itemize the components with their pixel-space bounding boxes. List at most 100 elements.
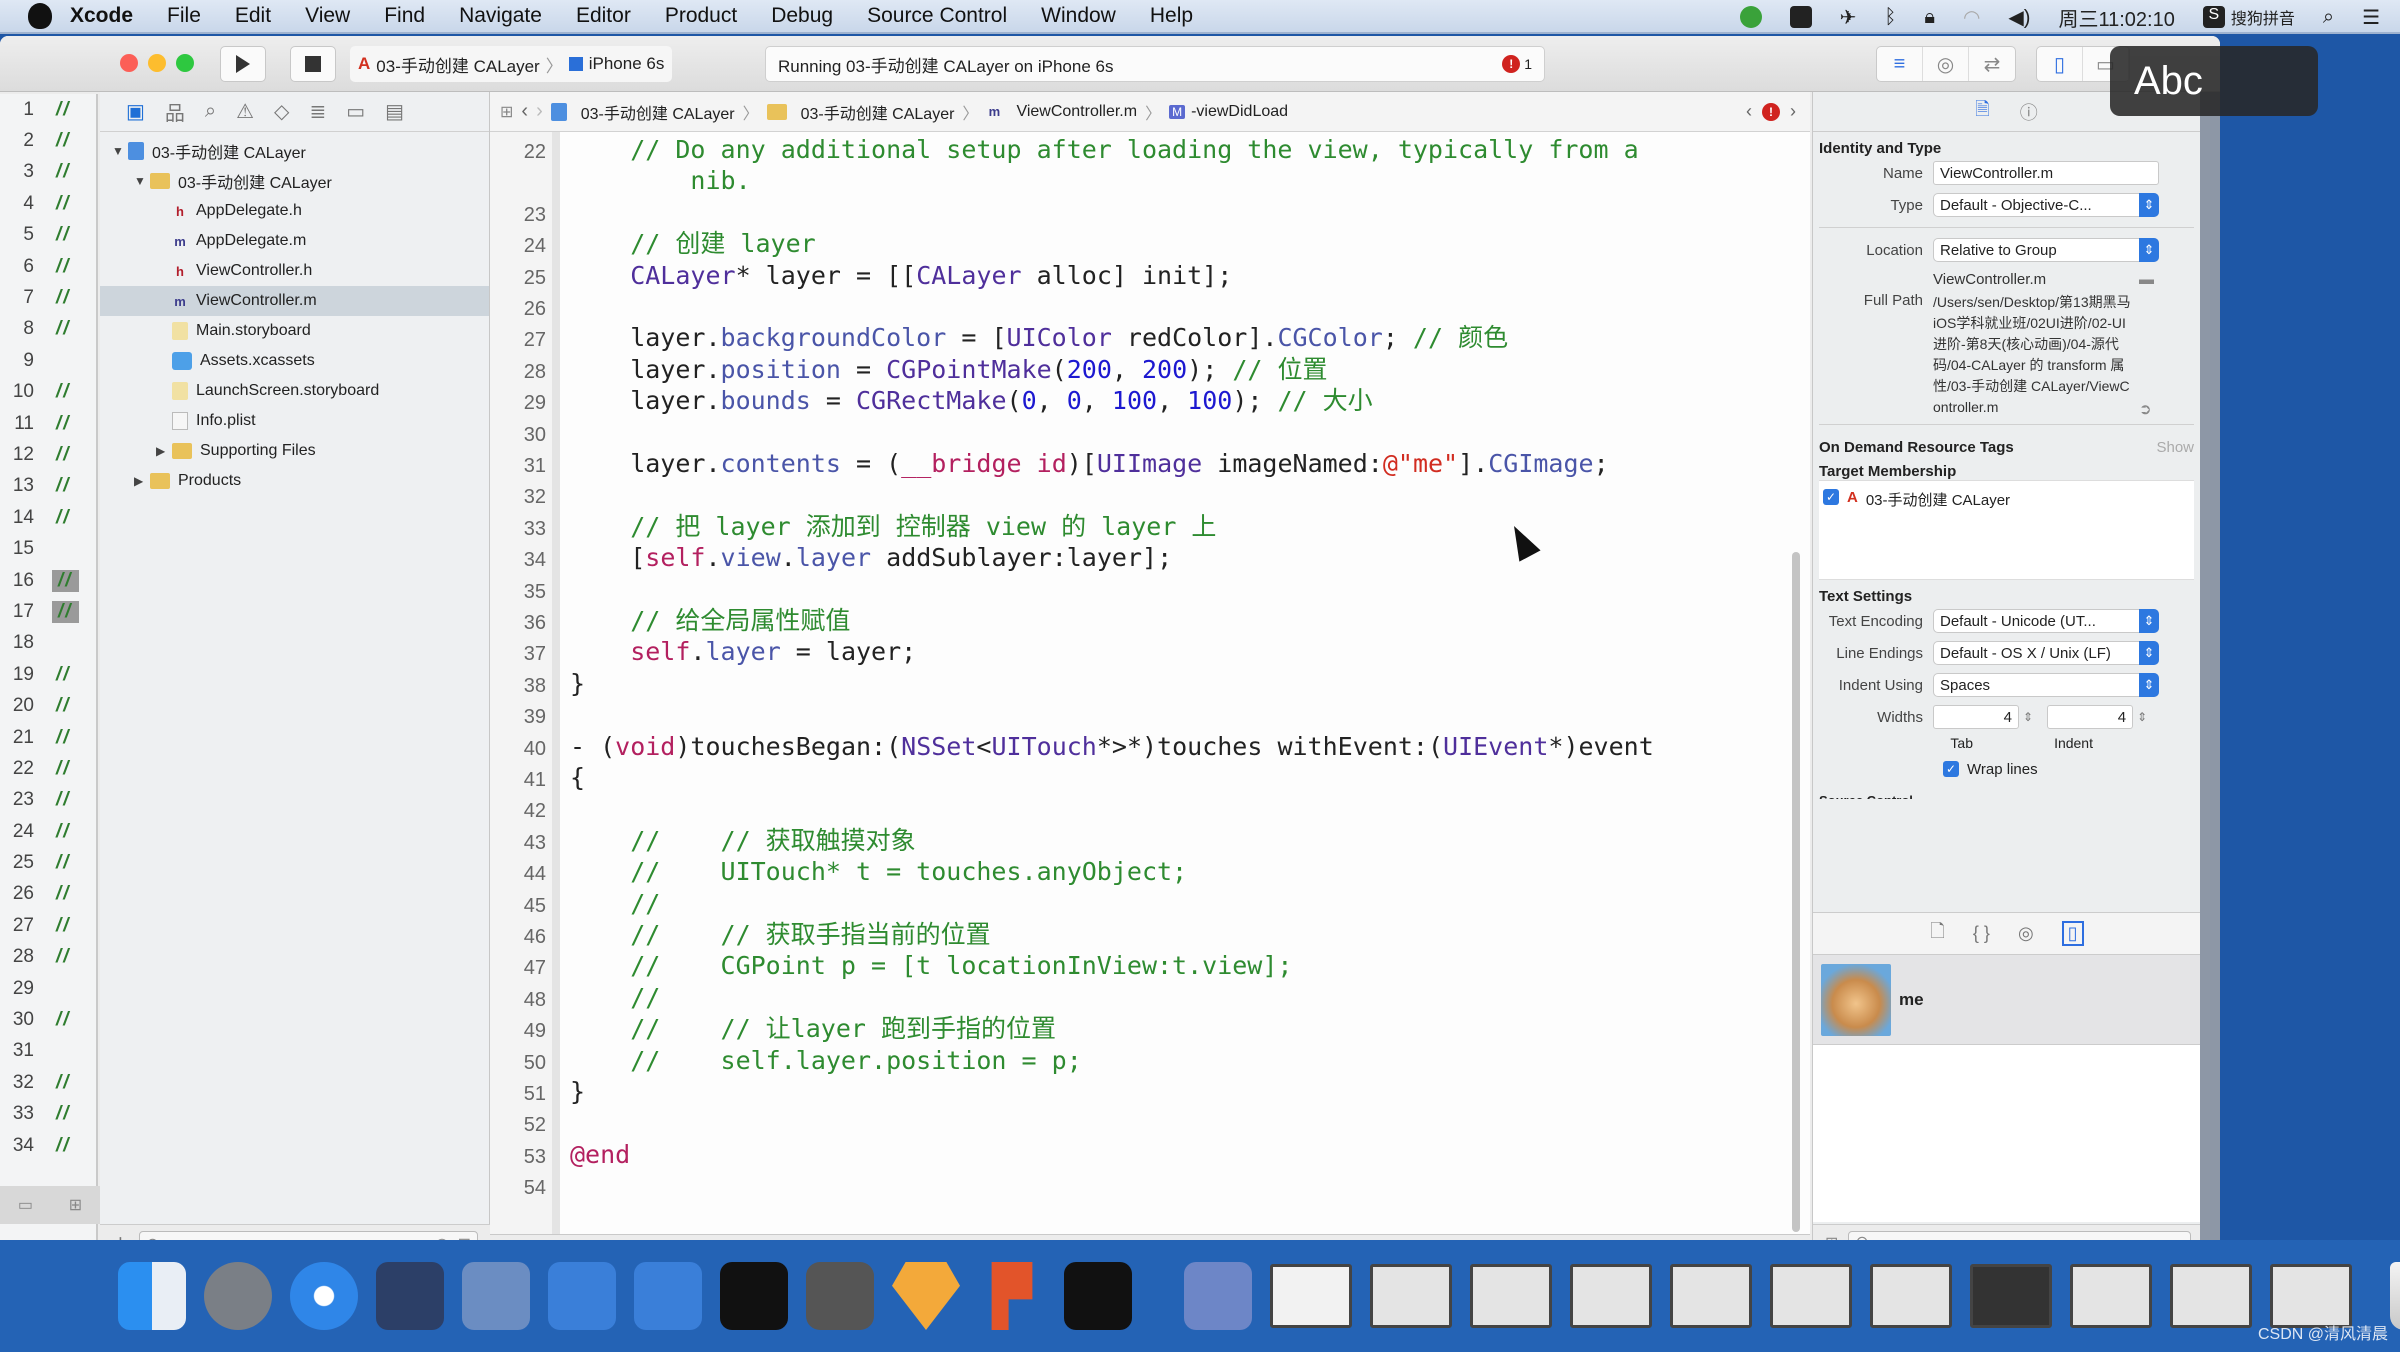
library-item[interactable]: me <box>1813 955 2201 1045</box>
minimized-window[interactable] <box>1470 1264 1552 1328</box>
xcode-icon[interactable] <box>548 1262 616 1330</box>
file-inspector-icon[interactable]: 🗎︎ <box>1975 97 1989 127</box>
disclosure-down-icon[interactable]: ▼ <box>112 144 128 158</box>
project-navigator-icon[interactable]: ▣ <box>126 99 145 124</box>
navigator-toggle-icon[interactable]: ▯ <box>2037 47 2083 81</box>
error-indicator[interactable]: ! 1 <box>1502 55 1532 73</box>
menu-source-control[interactable]: Source Control <box>867 4 1007 28</box>
related-items-icon[interactable]: ⊞ <box>500 102 513 122</box>
tree-item[interactable]: m ViewController.m <box>100 286 489 316</box>
name-field[interactable]: ViewController.m <box>1933 161 2159 185</box>
editor-scrollbar[interactable] <box>1792 552 1800 1232</box>
tree-item[interactable]: h AppDelegate.h <box>100 196 489 226</box>
volume-icon[interactable]: ◀) <box>2008 5 2030 30</box>
code-line[interactable]: 31 layer.contents = (__bridge id)[UIImag… <box>490 448 1810 479</box>
minimized-window[interactable] <box>2070 1264 2152 1328</box>
test-navigator-icon[interactable]: ◇ <box>274 99 289 124</box>
menu-editor[interactable]: Editor <box>576 4 631 28</box>
powerpoint-icon[interactable] <box>991 1262 1033 1330</box>
minimized-window[interactable] <box>2170 1264 2252 1328</box>
tree-item[interactable]: ▶ Products <box>100 466 489 496</box>
ime-indicator[interactable]: S 搜狗拼音 <box>2202 5 2295 29</box>
code-line[interactable]: 51} <box>490 1076 1810 1107</box>
code-line[interactable]: 22 // Do any additional setup after load… <box>490 134 1810 165</box>
clock[interactable]: 周三11:02:10 <box>2058 3 2174 32</box>
version-editor-icon[interactable]: ⇄ <box>1969 47 2015 81</box>
tree-item[interactable]: ▼ 03-手动创建 CALayer <box>100 166 489 196</box>
minimized-window[interactable] <box>1670 1264 1752 1328</box>
indent-select[interactable]: Spaces <box>1933 673 2159 697</box>
code-line[interactable]: 48 // <box>490 982 1810 1013</box>
lock-icon[interactable]: 🔒︎ <box>1924 6 1935 29</box>
wrap-lines-checkbox[interactable]: ✓ <box>1943 761 1959 777</box>
code-line[interactable]: 42 <box>490 793 1810 824</box>
code-line[interactable]: 28 layer.position = CGPointMake(200, 200… <box>490 354 1810 385</box>
disclosure-right-icon[interactable]: ▶ <box>134 474 150 488</box>
tree-item[interactable]: Assets.xcassets <box>100 346 489 376</box>
notification-center-icon[interactable]: ☰ <box>2362 5 2380 30</box>
minimized-window[interactable] <box>1770 1264 1852 1328</box>
disclosure-down-icon[interactable]: ▼ <box>134 174 150 188</box>
trash-icon[interactable] <box>2390 1262 2400 1330</box>
assistant-editor-icon[interactable]: ◎ <box>1923 47 1969 81</box>
line-endings-select[interactable]: Default - OS X / Unix (LF) <box>1933 641 2159 665</box>
grid-view-icon[interactable]: ⊞ <box>1825 1233 1838 1241</box>
menu-window[interactable]: Window <box>1041 4 1116 28</box>
code-line[interactable]: 54 <box>490 1170 1810 1201</box>
code-line[interactable]: 44 // UITouch* t = touches.anyObject; <box>490 856 1810 887</box>
apple-icon[interactable] <box>28 3 52 29</box>
folder-icon[interactable]: ▬ <box>2139 271 2154 288</box>
stop-button[interactable] <box>290 46 336 82</box>
code-line[interactable]: 38} <box>490 668 1810 699</box>
console-icon[interactable] <box>1064 1262 1132 1330</box>
device-name[interactable]: iPhone 6s <box>589 54 665 74</box>
media-player-icon[interactable] <box>1184 1262 1252 1330</box>
object-library-icon[interactable]: ◎ <box>2018 923 2034 944</box>
system-preferences-icon[interactable] <box>806 1262 874 1330</box>
code-line[interactable]: 27 layer.backgroundColor = [UIColor redC… <box>490 322 1810 353</box>
odr-show-button[interactable]: Show <box>2156 439 2194 456</box>
indent-width-stepper[interactable]: ⇕ <box>2137 710 2147 724</box>
tree-item[interactable]: h ViewController.h <box>100 256 489 286</box>
minimized-window[interactable] <box>1370 1264 1452 1328</box>
minimize-button[interactable] <box>148 54 166 72</box>
minimized-window[interactable] <box>1570 1264 1652 1328</box>
minimized-window[interactable] <box>2270 1264 2352 1328</box>
menu-debug[interactable]: Debug <box>771 4 833 28</box>
sketch-icon[interactable] <box>892 1262 960 1330</box>
breadcrumb-file[interactable]: m ViewController.m <box>986 103 1137 121</box>
minimized-window[interactable] <box>1270 1264 1352 1328</box>
code-line[interactable]: 34 [self.view.layer addSublayer:layer]; <box>490 542 1810 573</box>
source-editor[interactable]: 22 // Do any additional setup after load… <box>490 132 1810 1234</box>
code-line[interactable]: 29 layer.bounds = CGRectMake(0, 0, 100, … <box>490 385 1810 416</box>
indent-width-field[interactable]: 4 <box>2047 705 2134 729</box>
menu-find[interactable]: Find <box>384 4 425 28</box>
camera-icon[interactable] <box>1789 6 1812 28</box>
find-navigator-icon[interactable]: ⌕ <box>205 100 216 123</box>
terminal-icon[interactable] <box>720 1262 788 1330</box>
simulator-icon[interactable] <box>634 1262 702 1330</box>
tree-item[interactable]: LaunchScreen.storyboard <box>100 376 489 406</box>
airplane-icon[interactable]: ✈ <box>1840 5 1857 30</box>
mouse-app-icon[interactable] <box>376 1262 444 1330</box>
photo-booth-icon[interactable] <box>462 1262 530 1330</box>
tab-width-stepper[interactable]: ⇕ <box>2023 710 2033 724</box>
code-line[interactable]: 24 // 创建 layer <box>490 228 1810 259</box>
code-line[interactable]: 26 <box>490 291 1810 322</box>
navigator-filter-input[interactable]: ⊖ ◷ ⊠ <box>138 1230 478 1240</box>
menu-view[interactable]: View <box>305 4 350 28</box>
code-line[interactable]: 41 { <box>490 762 1810 793</box>
scheme-selector[interactable]: A 03-手动创建 CALayer 〉 iPhone 6s <box>350 46 673 82</box>
location-select[interactable]: Relative to Group <box>1933 238 2159 262</box>
code-line[interactable]: 23 <box>490 197 1810 228</box>
bluetooth-icon[interactable]: ᛒ <box>1884 6 1896 29</box>
tab-width-field[interactable]: 4 <box>1933 705 2019 729</box>
back-button[interactable]: ‹ <box>521 100 528 123</box>
code-line[interactable]: 40 - (void)touchesBegan:(NSSet<UITouch*>*… <box>490 731 1810 762</box>
menu-edit[interactable]: Edit <box>235 4 271 28</box>
menu-product[interactable]: Product <box>665 4 737 28</box>
code-line[interactable]: 39 <box>490 699 1810 730</box>
report-navigator-icon[interactable]: ▤ <box>385 99 404 124</box>
code-line[interactable]: 33 // 把 layer 添加到 控制器 view 的 layer 上 <box>490 511 1810 542</box>
issue-icon[interactable]: ! <box>1762 102 1780 121</box>
